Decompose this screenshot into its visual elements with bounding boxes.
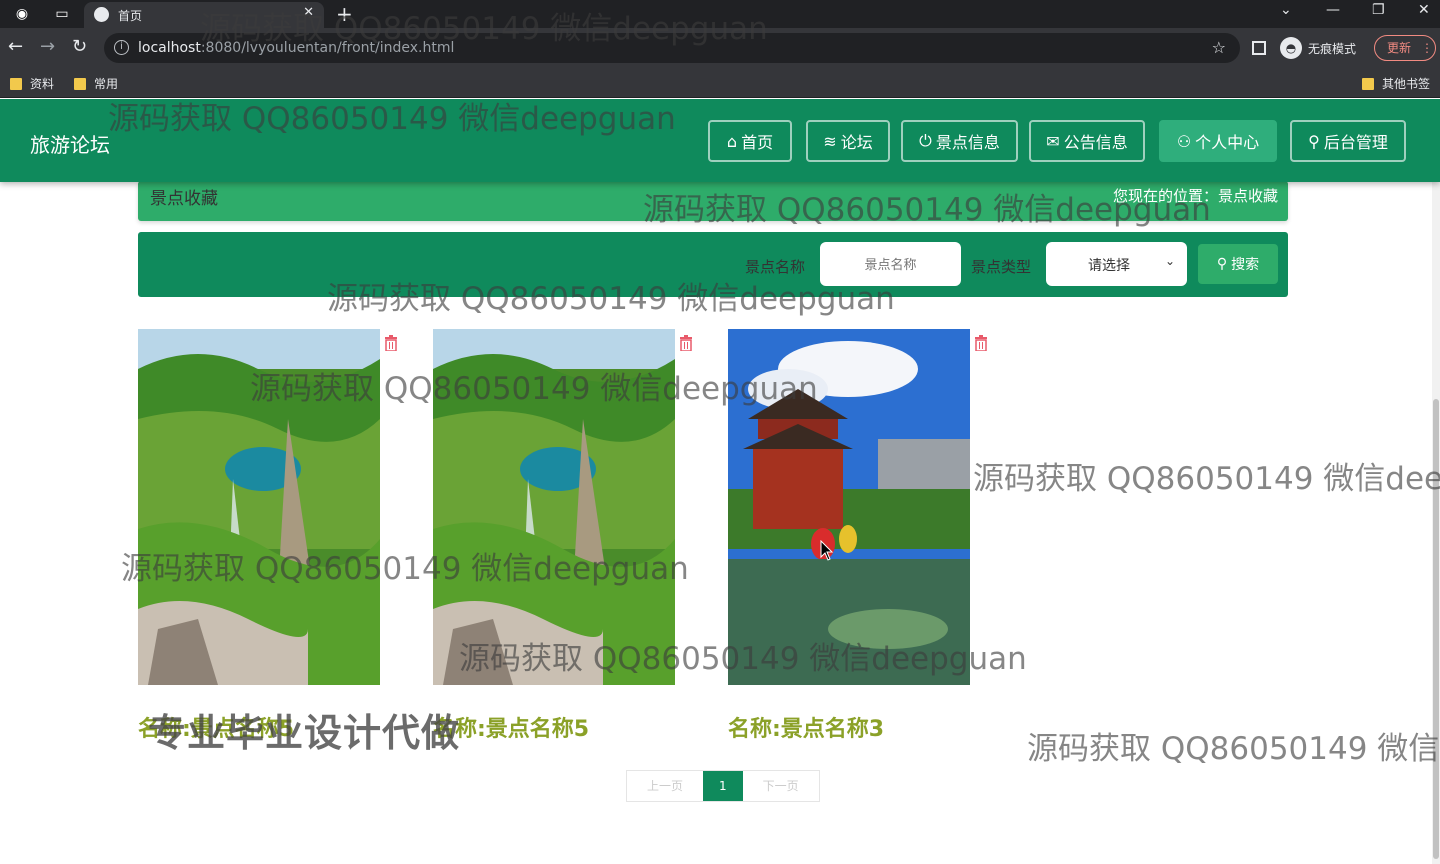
name-search-input[interactable]	[820, 242, 961, 286]
restore-button[interactable]: ❐	[1372, 2, 1385, 18]
minimize-button[interactable]: —	[1326, 2, 1340, 18]
chevron-down-icon: ⌄	[1164, 254, 1175, 268]
page-1-button[interactable]: 1	[703, 771, 743, 801]
name-label: 景点名称	[745, 258, 806, 276]
bookmark-folder-common[interactable]: 常用	[74, 75, 118, 92]
folder-icon	[1362, 77, 1374, 90]
search-button[interactable]: ⚲ 搜索	[1198, 244, 1278, 284]
side-panel-icon[interactable]	[1252, 41, 1266, 55]
tab-title: 首页	[118, 9, 143, 23]
tab-search-icon[interactable]: ▭	[52, 4, 72, 24]
window-close-button[interactable]: ✕	[1418, 2, 1430, 18]
search-bar: 景点名称 景点类型 请选择 ⌄ ⚲搜索	[138, 232, 1288, 297]
breadcrumb: 景点收藏 您现在的位置：景点收藏	[138, 181, 1288, 221]
user-icon: ⚇	[1176, 131, 1192, 151]
browser-logo-icon[interactable]: ◉	[12, 4, 32, 24]
home-icon: ⌂	[726, 131, 738, 151]
attraction-image[interactable]	[433, 329, 675, 685]
pagination: 上一页 1 下一页	[626, 770, 820, 802]
chevron-down-icon[interactable]: ⌄	[1280, 2, 1292, 18]
nav-home-button[interactable]: ⌂ 首页	[708, 120, 792, 162]
attraction-name[interactable]: 名称:景点名称3	[728, 711, 884, 743]
attraction-image[interactable]	[138, 329, 380, 685]
address-bar[interactable]: i localhost:8080/lvyouluentan/front/inde…	[104, 33, 1240, 63]
incognito-label: 无痕模式	[1308, 41, 1357, 56]
folder-icon	[74, 77, 86, 90]
trash-icon[interactable]	[384, 335, 398, 351]
attraction-image[interactable]	[728, 329, 970, 685]
forward-button[interactable]: →	[40, 36, 55, 57]
nav-admin-button[interactable]: ⚲ 后台管理	[1290, 120, 1406, 162]
folder-icon	[10, 77, 22, 90]
watermark-banner: 专业毕业设计代做	[148, 711, 461, 755]
favorite-card[interactable]: 名称:景点名称3	[728, 329, 988, 742]
incognito-indicator[interactable]: ◓ 无痕模式	[1280, 37, 1356, 59]
update-button[interactable]: 更新 ⋮	[1374, 35, 1436, 61]
site-logo[interactable]: 旅游论坛	[30, 129, 110, 158]
url-text[interactable]: localhost:8080/lvyouluentan/front/index.…	[138, 40, 454, 56]
trash-icon[interactable]	[974, 335, 988, 351]
reload-button[interactable]: ↻	[72, 36, 87, 57]
mail-icon: ✉	[1046, 131, 1060, 151]
type-select[interactable]: 请选择 ⌄	[1046, 242, 1187, 286]
scrollbar[interactable]	[1432, 99, 1440, 864]
close-icon[interactable]: ✕	[303, 5, 314, 20]
bookmark-folder-other[interactable]: 其他书签	[1362, 75, 1430, 92]
next-page-button[interactable]: 下一页	[743, 771, 819, 801]
nav-forum-button[interactable]: ≋ 论坛	[806, 120, 890, 162]
nav-attractions-button[interactable]: ⏻ 景点信息	[901, 120, 1018, 162]
page-title: 景点收藏	[150, 189, 218, 209]
mouse-cursor-icon	[820, 540, 834, 561]
nav-notices-button[interactable]: ✉ 公告信息	[1029, 120, 1145, 162]
globe-icon	[94, 7, 109, 22]
link-icon: ⚲	[1308, 131, 1320, 151]
browser-tab-strip: ◉ ▭ 首页 ✕ + ⌄ — ❐ ✕	[0, 0, 1440, 28]
new-tab-button[interactable]: +	[336, 2, 353, 26]
prev-page-button[interactable]: 上一页	[627, 771, 703, 801]
favorite-card[interactable]: 名称:景点名称5	[138, 329, 398, 742]
search-icon: ⚲	[1216, 256, 1228, 272]
bookmark-star-icon[interactable]: ☆	[1212, 38, 1226, 57]
site-header: 旅游论坛 ⌂ 首页 ≋ 论坛 ⏻ 景点信息 ✉ 公告信息 ⚇ 个人中心 ⚲ 后台管理	[0, 99, 1440, 182]
type-label: 景点类型	[971, 258, 1032, 276]
browser-toolbar: ← → ↻ i localhost:8080/lvyouluentan/fron…	[0, 28, 1440, 68]
layers-icon: ≋	[823, 131, 837, 151]
browser-tab[interactable]: 首页 ✕	[84, 2, 324, 28]
type-select-value: 请选择	[1088, 258, 1130, 274]
power-icon: ⏻	[919, 131, 932, 150]
info-icon[interactable]: i	[114, 40, 129, 55]
incognito-icon: ◓	[1280, 37, 1302, 59]
scrollbar-thumb[interactable]	[1433, 399, 1439, 859]
favorite-card[interactable]: 名称:景点名称5	[433, 329, 693, 742]
nav-profile-button[interactable]: ⚇ 个人中心	[1159, 120, 1277, 162]
trash-icon[interactable]	[679, 335, 693, 351]
bookmark-folder-resources[interactable]: 资料	[10, 75, 54, 92]
breadcrumb-location: 您现在的位置：景点收藏	[1112, 187, 1278, 205]
bookmarks-bar: 资料 常用 其他书签	[0, 68, 1440, 98]
back-button[interactable]: ←	[8, 36, 23, 57]
